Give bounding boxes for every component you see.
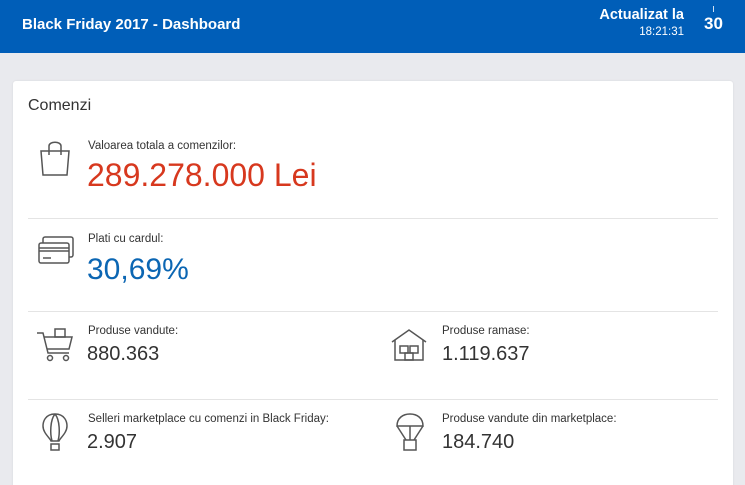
card-payments-value: 30,69%: [87, 253, 189, 286]
countdown-tick: [713, 6, 714, 12]
hot-air-balloon-icon: [41, 412, 69, 452]
marketplace-sellers-value: 2.907: [87, 431, 138, 453]
warehouse-icon: [390, 328, 428, 362]
shopping-bag-icon: [38, 139, 72, 177]
products-sold-label: Produse vandute:: [88, 325, 179, 337]
refresh-countdown: 30: [704, 14, 723, 33]
card-payments-label: Plati cu cardul:: [88, 233, 164, 245]
updated-time: 18:21:31: [639, 26, 684, 38]
total-orders-label: Valoarea totala a comenzilor:: [88, 140, 237, 152]
orders-card: Comenzi Valoarea totala a comenzilor: 28…: [13, 81, 733, 485]
marketplace-products-value: 184.740: [442, 431, 515, 453]
updated-label: Actualizat la: [599, 7, 684, 23]
shopping-cart-icon: [35, 327, 75, 363]
total-orders-value: 289.278.000 Lei: [87, 157, 317, 193]
divider: [28, 218, 718, 219]
products-remaining-label: Produse ramase:: [442, 325, 530, 337]
products-sold-value: 880.363: [87, 343, 160, 365]
top-bar: Black Friday 2017 - Dashboard Actualizat…: [0, 0, 745, 53]
marketplace-sellers-label: Selleri marketplace cu comenzi in Black …: [88, 413, 329, 425]
divider: [28, 399, 718, 400]
credit-card-icon: [37, 235, 75, 267]
parachute-box-icon: [395, 412, 425, 452]
dashboard-title: Black Friday 2017 - Dashboard: [22, 16, 241, 33]
products-remaining-value: 1.119.637: [442, 343, 530, 365]
card-title: Comenzi: [28, 97, 92, 114]
divider: [28, 311, 718, 312]
marketplace-products-label: Produse vandute din marketplace:: [442, 413, 617, 425]
